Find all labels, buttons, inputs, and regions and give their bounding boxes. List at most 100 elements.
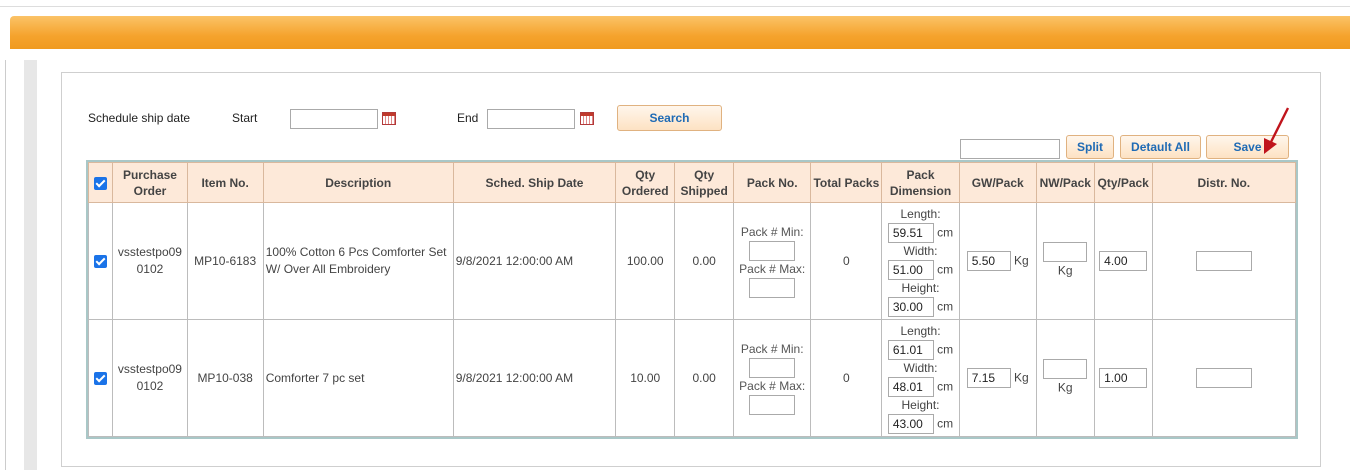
qty-pack-input[interactable]: 1.00 xyxy=(1099,368,1148,388)
header-sched-ship-date: Sched. Ship Date xyxy=(452,162,617,203)
distr-no-cell xyxy=(1151,202,1297,320)
search-button[interactable]: Search xyxy=(617,105,722,131)
pack-no-cell: Pack # Min: Pack # Max: xyxy=(733,202,812,320)
height-input[interactable]: 43.00 xyxy=(887,413,934,434)
gw-pack-input[interactable]: 5.50 xyxy=(966,251,1011,271)
nw-pack-cell: Kg xyxy=(1035,202,1095,320)
table-header-row: Purchase Order Item No. Description Sche… xyxy=(87,162,1297,203)
header-qty-pack: Qty/Pack xyxy=(1093,162,1153,203)
kg-unit: Kg xyxy=(1057,263,1073,278)
gw-pack-input[interactable]: 7.15 xyxy=(966,368,1011,388)
save-button[interactable]: Save xyxy=(1206,135,1289,159)
qty-shipped-cell: 0.00 xyxy=(674,319,735,437)
pack-min-input[interactable] xyxy=(749,241,796,261)
item-no-cell: MP10-6183 xyxy=(186,202,264,320)
pack-max-label: Pack # Max: xyxy=(739,379,806,393)
total-packs-cell: 0 xyxy=(810,319,883,437)
length-input[interactable]: 61.01 xyxy=(887,339,934,360)
gw-pack-cell: 5.50 Kg xyxy=(958,202,1037,320)
height-label: Height: xyxy=(901,280,940,295)
qty-shipped-cell: 0.00 xyxy=(674,202,735,320)
row-checkbox[interactable] xyxy=(94,254,108,268)
table-row: vsstestpo090102 MP10-6183 100% Cotton 6 … xyxy=(87,202,1297,320)
header-item-no: Item No. xyxy=(186,162,264,203)
nw-pack-input[interactable] xyxy=(1043,359,1088,380)
item-no-cell: MP10-038 xyxy=(186,319,264,437)
kg-unit: Kg xyxy=(1014,370,1029,385)
length-label: Length: xyxy=(900,206,941,221)
qty-pack-cell: 4.00 xyxy=(1093,202,1153,320)
header-description: Description xyxy=(262,162,454,203)
distr-no-input[interactable] xyxy=(1195,368,1252,388)
pack-dimension-cell: Length: 61.01 cm Width: 48.01 cm Height:… xyxy=(881,319,960,437)
qty-pack-input[interactable]: 4.00 xyxy=(1099,251,1148,271)
cm-unit: cm xyxy=(937,342,954,356)
distr-no-input[interactable] xyxy=(1195,251,1252,271)
schedule-ship-date-label: Schedule ship date xyxy=(88,111,191,125)
length-label: Length: xyxy=(900,323,941,338)
description-cell: Comforter 7 pc set xyxy=(262,319,454,437)
pack-min-label: Pack # Min: xyxy=(740,225,804,239)
default-all-button[interactable]: Detault All xyxy=(1120,135,1201,159)
shipment-table: Purchase Order Item No. Description Sche… xyxy=(86,160,1298,439)
height-input[interactable]: 30.00 xyxy=(887,296,934,317)
width-label: Width: xyxy=(903,360,938,375)
sched-ship-date-cell: 9/8/2021 12:00:00 AM xyxy=(452,202,617,320)
split-button[interactable]: Split xyxy=(1066,135,1114,159)
cm-unit: cm xyxy=(937,299,954,313)
split-quantity-input[interactable] xyxy=(960,139,1060,159)
pack-max-label: Pack # Max: xyxy=(739,262,806,276)
width-label: Width: xyxy=(903,243,938,258)
end-label: End xyxy=(457,111,479,125)
total-packs-cell: 0 xyxy=(810,202,883,320)
header-gw-pack: GW/Pack xyxy=(958,162,1037,203)
cm-unit: cm xyxy=(937,262,954,276)
side-strip xyxy=(24,60,37,470)
pack-min-label: Pack # Min: xyxy=(740,342,804,356)
left-divider xyxy=(5,60,6,470)
top-divider xyxy=(0,6,1350,7)
height-label: Height: xyxy=(901,397,940,412)
distr-no-cell xyxy=(1151,319,1297,437)
table-row: vsstestpo090102 MP10-038 Comforter 7 pc … xyxy=(87,319,1297,437)
header-distr-no: Distr. No. xyxy=(1151,162,1297,203)
calendar-icon[interactable] xyxy=(382,112,396,125)
pack-min-input[interactable] xyxy=(749,358,796,378)
header-purchase-order: Purchase Order xyxy=(112,162,188,203)
header-total-packs: Total Packs xyxy=(810,162,883,203)
sched-ship-date-cell: 9/8/2021 12:00:00 AM xyxy=(452,319,617,437)
nw-pack-cell: Kg xyxy=(1035,319,1095,437)
select-all-cell[interactable] xyxy=(87,162,114,203)
header-pack-dimension: Pack Dimension xyxy=(881,162,960,203)
pack-max-input[interactable] xyxy=(749,278,796,298)
header-qty-shipped: Qty Shipped xyxy=(674,162,735,203)
end-date-input[interactable] xyxy=(487,109,575,129)
qty-pack-cell: 1.00 xyxy=(1093,319,1153,437)
start-label: Start xyxy=(232,111,258,125)
cm-unit: cm xyxy=(937,416,954,430)
qty-ordered-cell: 100.00 xyxy=(615,202,676,320)
header-pack-no: Pack No. xyxy=(733,162,812,203)
header-nw-pack: NW/Pack xyxy=(1035,162,1095,203)
purchase-order-cell: vsstestpo090102 xyxy=(112,202,188,320)
width-input[interactable]: 51.00 xyxy=(887,259,934,280)
kg-unit: Kg xyxy=(1057,380,1073,395)
qty-ordered-cell: 10.00 xyxy=(615,319,676,437)
cm-unit: cm xyxy=(937,379,954,393)
start-date-input[interactable] xyxy=(290,109,378,129)
length-input[interactable]: 59.51 xyxy=(887,222,934,243)
kg-unit: Kg xyxy=(1014,253,1029,268)
purchase-order-cell: vsstestpo090102 xyxy=(112,319,188,437)
width-input[interactable]: 48.01 xyxy=(887,376,934,397)
pack-max-input[interactable] xyxy=(749,395,796,415)
header-qty-ordered: Qty Ordered xyxy=(615,162,676,203)
description-cell: 100% Cotton 6 Pcs Comforter Set W/ Over … xyxy=(262,202,454,320)
cm-unit: cm xyxy=(937,225,954,239)
calendar-icon[interactable] xyxy=(580,112,594,125)
pack-dimension-cell: Length: 59.51 cm Width: 51.00 cm Height:… xyxy=(881,202,960,320)
header-bar xyxy=(10,16,1350,49)
pack-no-cell: Pack # Min: Pack # Max: xyxy=(733,319,812,437)
row-checkbox[interactable] xyxy=(94,371,108,385)
select-all-checkbox[interactable] xyxy=(94,176,108,190)
nw-pack-input[interactable] xyxy=(1043,242,1088,263)
